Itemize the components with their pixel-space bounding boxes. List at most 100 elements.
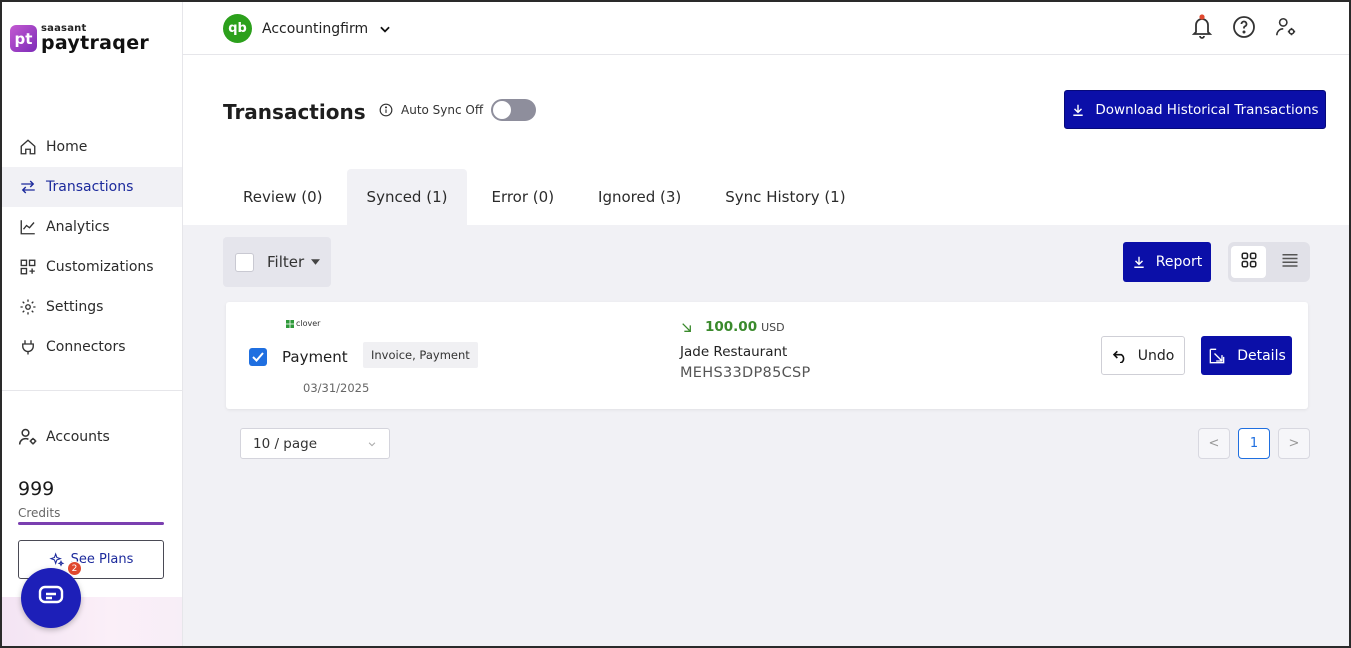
logo-mark: pt <box>10 25 37 52</box>
amount-row: 100.00 USD <box>680 319 785 335</box>
filter-control: Filter <box>223 237 331 287</box>
chevron-down-icon <box>367 439 377 449</box>
transaction-date: 03/31/2025 <box>303 381 370 395</box>
tab-review[interactable]: Review (0) <box>223 169 343 225</box>
chat-button[interactable] <box>21 568 81 628</box>
details-label: Details <box>1237 347 1286 364</box>
transaction-type: Payment <box>282 348 348 366</box>
credits: 999 Credits <box>18 478 60 520</box>
sidebar-item-customizations[interactable]: Customizations <box>2 247 182 287</box>
next-page-button[interactable]: > <box>1278 428 1310 459</box>
details-button[interactable]: Details <box>1201 336 1292 375</box>
logo-big-text: paytraqer <box>41 32 150 54</box>
sidebar-item-label: Transactions <box>46 179 134 195</box>
download-historical-label: Download Historical Transactions <box>1095 101 1319 118</box>
source-name: clover <box>296 319 321 328</box>
sidebar-item-transactions[interactable]: Transactions <box>2 167 182 207</box>
clover-icon <box>286 319 294 328</box>
toggle-knob <box>493 101 512 119</box>
sidebar-item-label: Settings <box>46 299 104 315</box>
user-settings-icon[interactable] <box>1273 14 1299 40</box>
select-all-checkbox[interactable] <box>235 252 254 272</box>
view-toggle <box>1228 242 1310 282</box>
sidebar-item-connectors[interactable]: Connectors <box>2 327 182 367</box>
chart-icon <box>18 217 38 237</box>
download-icon <box>1071 103 1085 117</box>
sidebar-divider <box>2 390 182 391</box>
row-checkbox[interactable] <box>249 348 267 366</box>
sidebar-item-label: Connectors <box>46 339 126 355</box>
sidebar-item-settings[interactable]: Settings <box>2 287 182 327</box>
pagination: < 1 > <box>1198 428 1318 459</box>
grid-view-button[interactable] <box>1231 246 1266 278</box>
arrow-down-right-icon <box>680 321 693 334</box>
arrows-icon <box>18 177 38 197</box>
top-bar: qb Accountingfirm <box>183 2 1349 55</box>
sparkle-icon <box>48 551 65 568</box>
tabs: Review (0) Synced (1) Error (0) Ignored … <box>223 169 870 225</box>
sidebar-item-accounts[interactable]: Accounts <box>2 417 182 457</box>
download-icon <box>1132 255 1146 269</box>
credits-label: Credits <box>18 506 61 520</box>
list-view-icon <box>1281 252 1299 272</box>
sidebar-item-label: Accounts <box>46 429 110 445</box>
undo-button[interactable]: Undo <box>1101 336 1185 375</box>
auto-sync: Auto Sync Off <box>379 99 537 121</box>
chevron-down-icon <box>378 22 392 36</box>
gear-icon <box>18 297 38 317</box>
prev-page-button[interactable]: < <box>1198 428 1230 459</box>
sidebar: pt saasant paytraqer Home Transactions A… <box>2 2 183 646</box>
sidebar-item-label: Home <box>46 139 88 155</box>
merchant-name: Jade Restaurant <box>680 344 788 360</box>
company-selector[interactable]: qb Accountingfirm <box>223 14 392 43</box>
list-view-button[interactable] <box>1272 246 1307 278</box>
undo-icon <box>1112 349 1128 363</box>
sidebar-item-label: Analytics <box>46 219 110 235</box>
grid-icon <box>18 257 38 277</box>
plug-icon <box>18 337 38 357</box>
details-icon <box>1207 346 1227 366</box>
page-size-select[interactable]: 10 / page <box>240 428 390 459</box>
brand-logo[interactable]: pt saasant paytraqer <box>10 24 149 53</box>
filter-button[interactable]: Filter <box>267 253 304 271</box>
page-size-value: 10 / page <box>253 435 318 452</box>
tab-ignored[interactable]: Ignored (3) <box>578 169 701 225</box>
sidebar-item-home[interactable]: Home <box>2 127 182 167</box>
sidebar-item-analytics[interactable]: Analytics <box>2 207 182 247</box>
transaction-currency: USD <box>761 320 785 334</box>
credits-value: 999 <box>18 478 55 500</box>
chat-badge: 2 <box>67 561 82 576</box>
tab-sync-history[interactable]: Sync History (1) <box>705 169 865 225</box>
download-historical-button[interactable]: Download Historical Transactions <box>1064 90 1326 129</box>
page-title: Transactions <box>223 100 366 124</box>
tab-synced[interactable]: Synced (1) <box>346 169 468 225</box>
transaction-amount: 100.00 <box>705 319 758 335</box>
grid-view-icon <box>1240 251 1258 273</box>
caret-down-icon <box>311 259 321 265</box>
source-logo: clover <box>286 319 320 328</box>
user-gear-icon <box>18 427 38 447</box>
report-label: Report <box>1155 254 1203 270</box>
page-header: Transactions Auto Sync Off Download Hist… <box>183 55 1349 225</box>
auto-sync-label: Auto Sync Off <box>401 103 484 117</box>
sidebar-accounts: Accounts <box>2 417 182 457</box>
company-name: Accountingfirm <box>262 20 369 37</box>
undo-label: Undo <box>1137 347 1175 364</box>
info-icon[interactable] <box>379 103 393 117</box>
tab-error[interactable]: Error (0) <box>471 169 574 225</box>
transaction-reference: MEHS33DP85CSP <box>680 365 811 381</box>
transaction-card: clover Payment Invoice, Payment 03/31/20… <box>226 302 1308 409</box>
content-area: Filter Report clover Payment Invoice, Pa… <box>183 225 1349 646</box>
chat-icon <box>38 585 64 611</box>
credits-bar <box>18 522 164 525</box>
auto-sync-toggle[interactable] <box>491 99 537 121</box>
sidebar-nav: Home Transactions Analytics Customizatio… <box>2 127 182 367</box>
report-button[interactable]: Report <box>1123 242 1211 282</box>
page-number[interactable]: 1 <box>1238 428 1270 459</box>
quickbooks-logo: qb <box>223 14 252 43</box>
help-icon[interactable] <box>1231 14 1257 40</box>
bell-icon[interactable] <box>1189 14 1215 40</box>
home-icon <box>18 137 38 157</box>
transaction-tag: Invoice, Payment <box>363 342 478 368</box>
top-icons <box>1173 14 1299 40</box>
